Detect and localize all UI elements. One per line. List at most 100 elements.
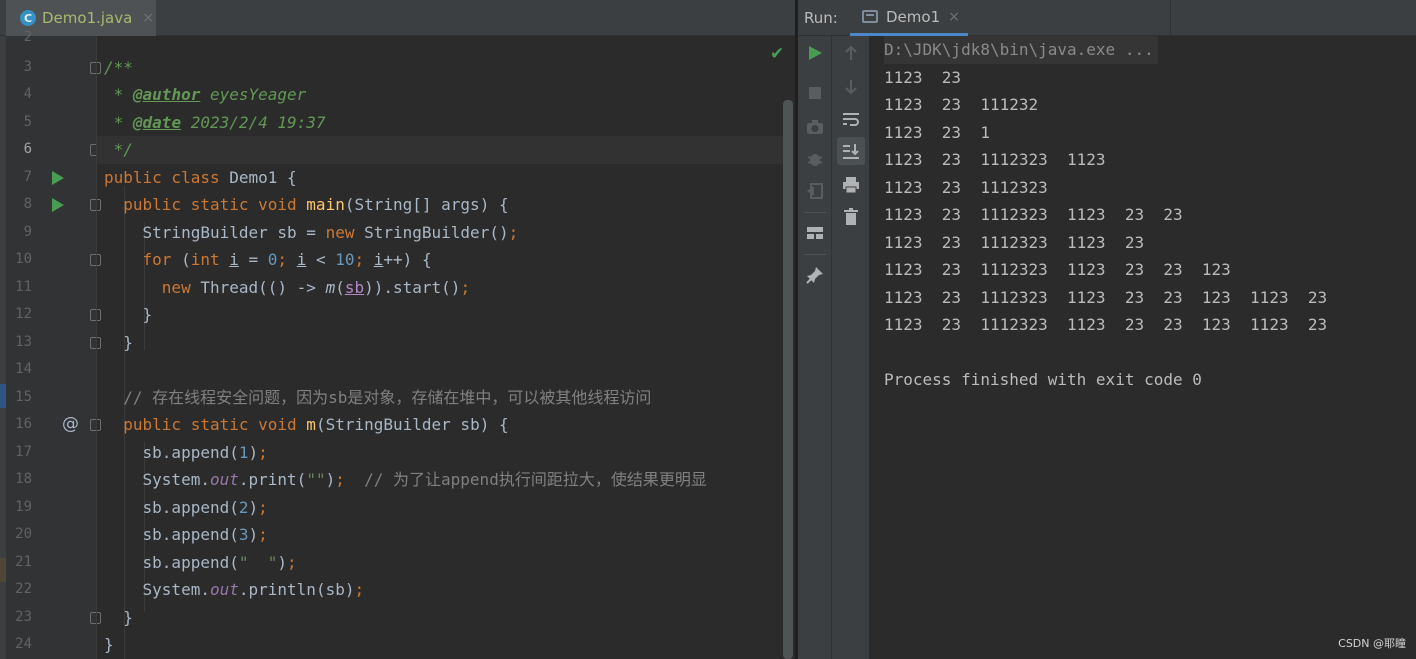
code-line: sb.append(1); bbox=[97, 439, 785, 467]
code-text: } bbox=[104, 635, 114, 654]
inspection-ok-check-icon[interactable]: ✔ bbox=[770, 44, 784, 64]
line-number: 19 bbox=[15, 498, 32, 515]
code-line: } bbox=[97, 631, 785, 659]
line-number: 16 bbox=[15, 416, 32, 432]
code-text: sb.append( bbox=[142, 497, 239, 517]
number: 0 bbox=[267, 250, 278, 269]
line-number: 2 bbox=[23, 29, 32, 45]
line-number-gutter: 2 3 4 5 6 7 8 9 10 11 12 13 14 15 16 @ 17… bbox=[6, 29, 101, 659]
code-text: ) bbox=[277, 552, 288, 572]
doc-comment: */ bbox=[104, 140, 133, 159]
soft-wrap-button[interactable] bbox=[838, 106, 864, 132]
header-divider bbox=[1170, 0, 1171, 36]
variable: i bbox=[229, 250, 239, 269]
variable: i bbox=[373, 250, 384, 269]
doc-comment: * bbox=[104, 112, 133, 132]
method-marker-icon[interactable]: @ bbox=[62, 411, 79, 439]
code-line: for (int i = 0; i < 10; i++) { bbox=[97, 246, 785, 274]
code-line: } bbox=[97, 604, 785, 632]
captured-variable: sb bbox=[344, 277, 365, 297]
keyword: public class bbox=[104, 167, 230, 187]
stop-icon bbox=[809, 87, 821, 99]
code-text: (StringBuilder sb) { bbox=[315, 415, 509, 434]
toolbar-separator bbox=[804, 254, 826, 255]
doc-value: 2023/2/4 19:37 bbox=[181, 112, 326, 132]
rerun-button[interactable] bbox=[802, 40, 828, 66]
number: 3 bbox=[238, 525, 249, 544]
camera-icon bbox=[807, 120, 823, 134]
line-number: 6 bbox=[23, 141, 32, 157]
debug-button[interactable] bbox=[802, 146, 828, 172]
console-line: 1123 23 1112323 1123 23 23 123 1123 23 bbox=[884, 287, 1328, 307]
line-number: 8 bbox=[23, 196, 32, 212]
code-text: System. bbox=[142, 470, 210, 489]
code-text: sb.append( bbox=[142, 442, 239, 462]
line-number: 9 bbox=[23, 223, 32, 240]
code-editor[interactable]: /** * @author eyesYeager * @date 2023/2/… bbox=[97, 36, 795, 659]
pin-tab-button[interactable] bbox=[802, 262, 828, 288]
dump-threads-button[interactable] bbox=[802, 114, 828, 140]
code-line: StringBuilder sb = new StringBuilder(); bbox=[97, 219, 785, 247]
trash-icon bbox=[844, 208, 858, 225]
clear-all-button[interactable] bbox=[838, 204, 864, 230]
keyword: int bbox=[190, 250, 230, 269]
code-line: sb.append(3); bbox=[97, 521, 785, 549]
line-comment: // 存在线程安全问题，因为sb是对象，存储在堆中，可以被其他线程访问 bbox=[123, 387, 652, 407]
code-line: public static void main(String[] args) { bbox=[97, 191, 785, 219]
console-line: 1123 23 111232 bbox=[884, 95, 1039, 114]
code-text: ) bbox=[248, 442, 259, 462]
code-text: } bbox=[123, 607, 133, 627]
toolbar-separator bbox=[804, 212, 826, 213]
soft-wrap-icon bbox=[843, 113, 859, 126]
run-icon[interactable] bbox=[52, 170, 64, 185]
run-icon[interactable] bbox=[52, 198, 64, 212]
keyword: new bbox=[325, 222, 365, 242]
line-number: 20 bbox=[15, 526, 32, 542]
console-exit-line: Process finished with exit code 0 bbox=[884, 370, 1202, 389]
console-output[interactable]: D:\JDK\jdk8\bin\java.exe ... 1123 23 112… bbox=[870, 36, 1416, 659]
run-tool-window: Run: Demo1 × D:\JDK\jdk8\bin\java.exe ..… bbox=[798, 0, 1416, 659]
code-text: } bbox=[142, 305, 153, 324]
exit-icon bbox=[807, 183, 823, 199]
code-line: public class Demo1 { bbox=[97, 164, 785, 192]
code-text: = bbox=[238, 250, 268, 269]
close-icon[interactable]: × bbox=[948, 9, 960, 25]
exit-button[interactable] bbox=[802, 178, 828, 204]
run-tab-demo1[interactable]: Demo1 × bbox=[850, 0, 968, 36]
line-number: 23 bbox=[15, 608, 32, 625]
run-toolbar-secondary bbox=[832, 36, 870, 659]
method-call: m bbox=[325, 277, 336, 297]
close-icon[interactable]: × bbox=[142, 10, 154, 26]
method-name: main bbox=[306, 195, 345, 214]
scroll-to-end-button[interactable] bbox=[837, 137, 865, 165]
code-text: .println(sb) bbox=[238, 580, 355, 599]
scroll-to-end-icon bbox=[843, 144, 859, 159]
semicolon: ; bbox=[508, 222, 519, 242]
line-number: 11 bbox=[15, 278, 32, 295]
editor-scrollbar[interactable] bbox=[783, 100, 793, 659]
semicolon: ; bbox=[258, 442, 268, 462]
variable: i bbox=[296, 250, 307, 269]
code-text: (String[] args) { bbox=[344, 195, 509, 214]
print-button[interactable] bbox=[838, 172, 864, 198]
next-occurrence-button[interactable] bbox=[838, 74, 864, 100]
line-number: 4 bbox=[23, 86, 32, 102]
class-name: Demo1 { bbox=[229, 167, 297, 187]
semicolon: ; bbox=[354, 250, 374, 269]
static-field: out bbox=[209, 470, 239, 489]
code-text: sb.append( bbox=[142, 525, 239, 544]
line-number: 14 bbox=[15, 361, 32, 377]
code-line: sb.append(2); bbox=[97, 494, 785, 522]
code-text: ( bbox=[335, 277, 345, 297]
semicolon: ; bbox=[258, 525, 268, 544]
stop-button[interactable] bbox=[802, 80, 828, 106]
keyword: public static void bbox=[123, 195, 307, 214]
keyword: new bbox=[161, 277, 201, 297]
code-line: } bbox=[97, 301, 785, 329]
layout-button[interactable] bbox=[802, 220, 828, 246]
previous-occurrence-button[interactable] bbox=[838, 40, 864, 66]
code-line-current: */ bbox=[97, 136, 785, 164]
code-line: * @author eyesYeager bbox=[97, 81, 785, 109]
up-arrow-icon bbox=[845, 45, 857, 60]
down-arrow-icon bbox=[845, 80, 857, 95]
